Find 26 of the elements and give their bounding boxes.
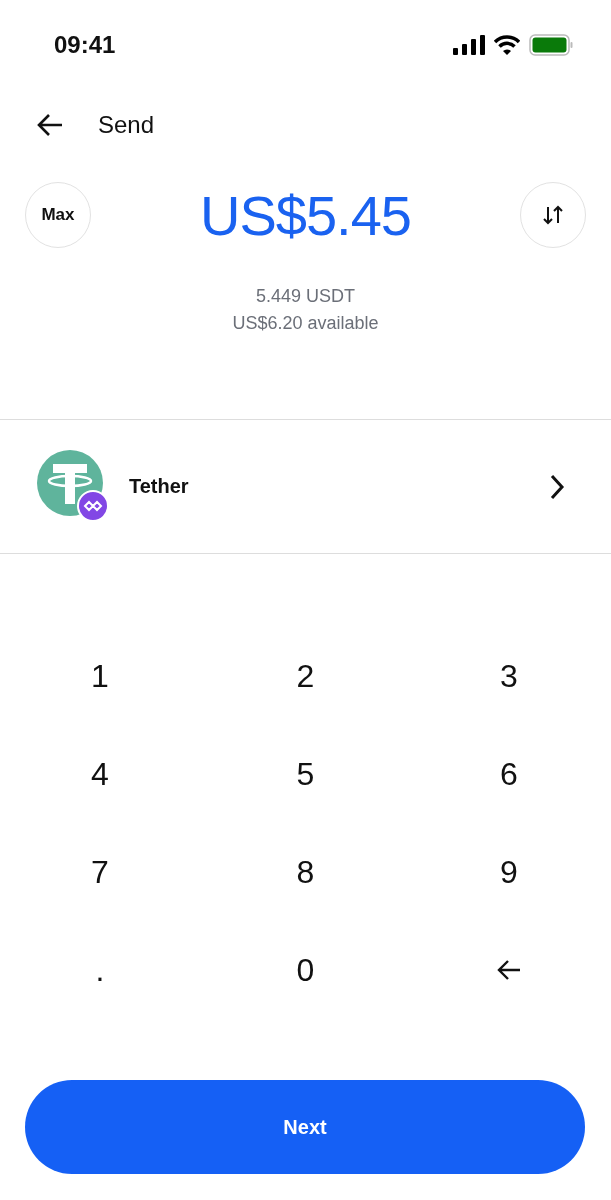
available-balance: US$6.20 available: [231, 312, 380, 335]
wifi-icon: [494, 35, 520, 55]
next-button[interactable]: Next: [25, 1080, 585, 1174]
keypad-key[interactable]: 2: [255, 641, 356, 711]
keypad-key[interactable]: .: [50, 935, 150, 1005]
asset-name: Tether: [129, 475, 190, 498]
battery-icon: [529, 34, 573, 56]
amount-value: US$5.45: [200, 182, 411, 248]
keypad-key[interactable]: 8: [255, 837, 356, 907]
swap-arrows-icon: [542, 204, 564, 226]
keypad-key[interactable]: 4: [50, 739, 150, 809]
keypad-key[interactable]: 6: [459, 739, 559, 809]
keypad-key[interactable]: 3: [459, 641, 559, 711]
screen-title: Send: [98, 111, 155, 139]
keypad-key[interactable]: 1: [50, 641, 150, 711]
asset-row[interactable]: Tether: [0, 419, 611, 554]
signal-icon: [453, 35, 485, 55]
status-time: 09:41: [54, 31, 116, 59]
backspace-arrow-icon: [496, 959, 522, 981]
keypad-key[interactable]: 0: [255, 935, 356, 1005]
crypto-amount: 5.449 USDT: [254, 285, 356, 308]
chevron-right-icon: [549, 472, 565, 501]
keypad-key[interactable]: 9: [459, 837, 559, 907]
keypad-key[interactable]: 7: [50, 837, 150, 907]
back-arrow-icon: [36, 113, 64, 137]
keypad-key[interactable]: 5: [255, 739, 356, 809]
